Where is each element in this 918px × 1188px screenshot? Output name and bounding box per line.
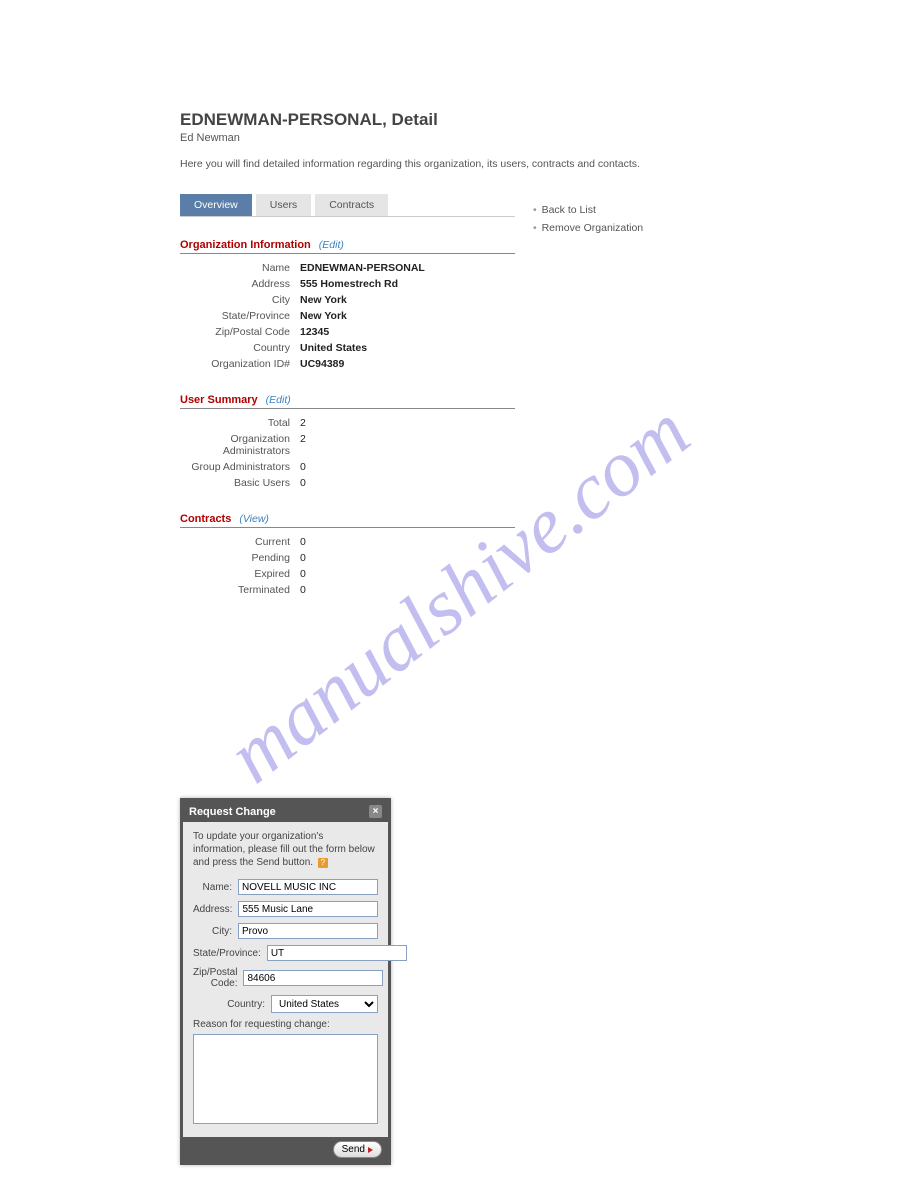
- send-button[interactable]: Send: [333, 1141, 382, 1158]
- value: UC94389: [300, 358, 344, 370]
- table-row: Terminated0: [180, 582, 515, 598]
- request-change-dialog: Request Change × To update your organiza…: [180, 798, 391, 1165]
- section-header-contracts: Contracts (View): [180, 513, 515, 528]
- table-row: Address555 Homestrech Rd: [180, 276, 515, 292]
- page-title: EDNEWMAN-PERSONAL, Detail: [180, 110, 738, 130]
- form-row-name: Name:: [193, 879, 378, 895]
- table-row: Pending0: [180, 550, 515, 566]
- section-title-contracts: Contracts: [180, 513, 231, 525]
- section-header-org-info: Organization Information (Edit): [180, 239, 515, 254]
- value: New York: [300, 310, 347, 322]
- label: Address: [180, 278, 300, 290]
- table-row: Organization Administrators2: [180, 431, 515, 459]
- state-label: State/Province:: [193, 948, 267, 959]
- table-row: Zip/Postal Code12345: [180, 324, 515, 340]
- back-to-list-link[interactable]: Back to List: [533, 204, 643, 216]
- tab-users[interactable]: Users: [256, 194, 311, 216]
- table-row: CountryUnited States: [180, 340, 515, 356]
- value: 12345: [300, 326, 329, 338]
- name-label: Name:: [193, 882, 238, 893]
- tab-contracts[interactable]: Contracts: [315, 194, 388, 216]
- view-contracts-link[interactable]: (View): [239, 513, 269, 525]
- send-button-label: Send: [342, 1144, 365, 1155]
- value: 0: [300, 552, 306, 564]
- city-label: City:: [193, 926, 238, 937]
- form-row-zip: Zip/Postal Code:: [193, 967, 378, 989]
- zip-label: Zip/Postal Code:: [193, 967, 243, 989]
- label: Organization ID#: [180, 358, 300, 370]
- country-select[interactable]: United States: [271, 995, 378, 1013]
- page-subtitle: Ed Newman: [180, 132, 738, 144]
- table-row: Basic Users0: [180, 475, 515, 491]
- label: Current: [180, 536, 300, 548]
- table-row: State/ProvinceNew York: [180, 308, 515, 324]
- reason-label: Reason for requesting change:: [193, 1019, 378, 1030]
- label: Organization Administrators: [180, 433, 300, 457]
- section-title-user-summary: User Summary: [180, 394, 258, 406]
- value: EDNEWMAN-PERSONAL: [300, 262, 425, 274]
- label: Pending: [180, 552, 300, 564]
- label: Terminated: [180, 584, 300, 596]
- value: 0: [300, 461, 306, 473]
- tab-overview[interactable]: Overview: [180, 194, 252, 216]
- edit-org-info-link[interactable]: (Edit): [319, 239, 344, 251]
- zip-field[interactable]: [243, 970, 383, 986]
- address-label: Address:: [193, 904, 238, 915]
- form-row-country: Country: United States: [193, 995, 378, 1013]
- contracts-table: Current0 Pending0 Expired0 Terminated0: [180, 534, 515, 598]
- section-header-user-summary: User Summary (Edit): [180, 394, 515, 409]
- form-row-city: City:: [193, 923, 378, 939]
- table-row: Expired0: [180, 566, 515, 582]
- table-row: NameEDNEWMAN-PERSONAL: [180, 260, 515, 276]
- table-row: Group Administrators0: [180, 459, 515, 475]
- table-row: CityNew York: [180, 292, 515, 308]
- reason-textarea[interactable]: [193, 1034, 378, 1124]
- value: 0: [300, 477, 306, 489]
- label: Zip/Postal Code: [180, 326, 300, 338]
- address-field[interactable]: [238, 901, 378, 917]
- value: 2: [300, 417, 306, 429]
- dialog-title: Request Change: [189, 806, 276, 818]
- dialog-intro-text: To update your organization's informatio…: [193, 831, 375, 868]
- form-row-state: State/Province:: [193, 945, 378, 961]
- table-row: Total2: [180, 415, 515, 431]
- tabs: Overview Users Contracts: [180, 194, 515, 217]
- page-description: Here you will find detailed information …: [180, 158, 738, 170]
- value: 555 Homestrech Rd: [300, 278, 398, 290]
- label: Expired: [180, 568, 300, 580]
- close-icon[interactable]: ×: [369, 805, 382, 818]
- user-summary-table: Total2 Organization Administrators2 Grou…: [180, 415, 515, 491]
- dialog-footer: Send: [183, 1137, 388, 1162]
- state-field[interactable]: [267, 945, 407, 961]
- label: Basic Users: [180, 477, 300, 489]
- label: Country: [180, 342, 300, 354]
- label: City: [180, 294, 300, 306]
- value: United States: [300, 342, 367, 354]
- label: Group Administrators: [180, 461, 300, 473]
- city-field[interactable]: [238, 923, 378, 939]
- country-label: Country:: [193, 999, 271, 1010]
- help-icon[interactable]: ?: [318, 858, 328, 868]
- form-row-address: Address:: [193, 901, 378, 917]
- section-title-org-info: Organization Information: [180, 239, 311, 251]
- dialog-intro: To update your organization's informatio…: [193, 830, 378, 869]
- name-field[interactable]: [238, 879, 378, 895]
- org-info-table: NameEDNEWMAN-PERSONAL Address555 Homestr…: [180, 260, 515, 372]
- table-row: Current0: [180, 534, 515, 550]
- remove-organization-link[interactable]: Remove Organization: [533, 222, 643, 234]
- edit-user-summary-link[interactable]: (Edit): [266, 394, 291, 406]
- value: 2: [300, 433, 306, 457]
- label: Name: [180, 262, 300, 274]
- value: 0: [300, 536, 306, 548]
- label: Total: [180, 417, 300, 429]
- table-row: Organization ID#UC94389: [180, 356, 515, 372]
- arrow-right-icon: [368, 1147, 373, 1153]
- value: 0: [300, 568, 306, 580]
- dialog-titlebar: Request Change ×: [183, 801, 388, 822]
- value: New York: [300, 294, 347, 306]
- value: 0: [300, 584, 306, 596]
- label: State/Province: [180, 310, 300, 322]
